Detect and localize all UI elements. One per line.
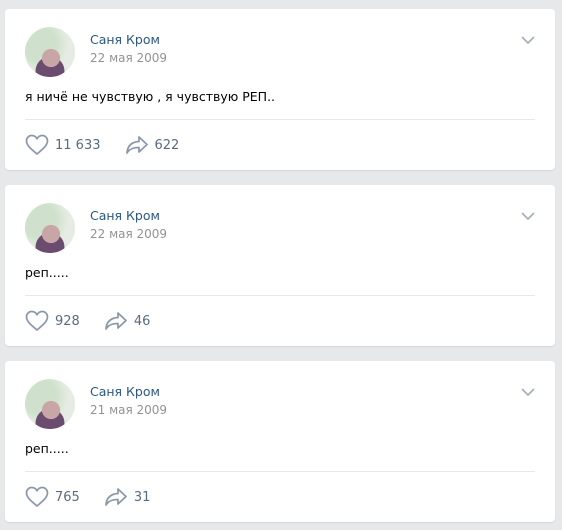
like-count: 765 (55, 489, 80, 505)
post-date[interactable]: 22 мая 2009 (90, 51, 167, 65)
divider (25, 119, 535, 120)
share-arrow-icon (104, 488, 127, 506)
post-date[interactable]: 22 мая 2009 (90, 227, 167, 241)
share-count: 46 (133, 313, 151, 329)
like-button[interactable]: 928 (25, 310, 104, 332)
post-actions: 765 31 (25, 485, 150, 509)
post-text: я ничё не чувствую , я чувствую РЕП.. (25, 89, 276, 104)
like-count: 928 (55, 313, 80, 329)
like-button[interactable]: 765 (25, 486, 104, 508)
avatar[interactable] (25, 203, 75, 253)
heart-icon (25, 134, 49, 156)
post-actions: 928 46 (25, 309, 150, 333)
post-card: Саня Кром 21 мая 2009 реп..... 765 31 (5, 361, 555, 522)
share-arrow-icon (104, 312, 127, 330)
share-button[interactable]: 46 (104, 311, 151, 331)
chevron-down-icon[interactable] (521, 35, 535, 45)
post-date[interactable]: 21 мая 2009 (90, 403, 167, 417)
avatar[interactable] (25, 27, 75, 77)
share-count: 622 (154, 137, 180, 153)
post-text: реп..... (25, 265, 69, 280)
chevron-down-icon[interactable] (521, 211, 535, 221)
post-card: Саня Кром 22 мая 2009 я ничё не чувствую… (5, 9, 555, 170)
post-card: Саня Кром 22 мая 2009 реп..... 928 46 (5, 185, 555, 346)
post-author[interactable]: Саня Кром (90, 384, 160, 399)
post-author[interactable]: Саня Кром (90, 32, 160, 47)
avatar[interactable] (25, 379, 75, 429)
post-text: реп..... (25, 441, 69, 456)
like-count: 11 633 (55, 137, 101, 153)
share-button[interactable]: 31 (104, 487, 151, 507)
share-button[interactable]: 622 (125, 135, 180, 155)
post-actions: 11 633 622 (25, 133, 179, 157)
divider (25, 295, 535, 296)
share-count: 31 (133, 489, 151, 505)
chevron-down-icon[interactable] (521, 387, 535, 397)
post-author[interactable]: Саня Кром (90, 208, 160, 223)
heart-icon (25, 310, 49, 332)
divider (25, 471, 535, 472)
like-button[interactable]: 11 633 (25, 134, 125, 156)
heart-icon (25, 486, 49, 508)
share-arrow-icon (125, 136, 148, 154)
